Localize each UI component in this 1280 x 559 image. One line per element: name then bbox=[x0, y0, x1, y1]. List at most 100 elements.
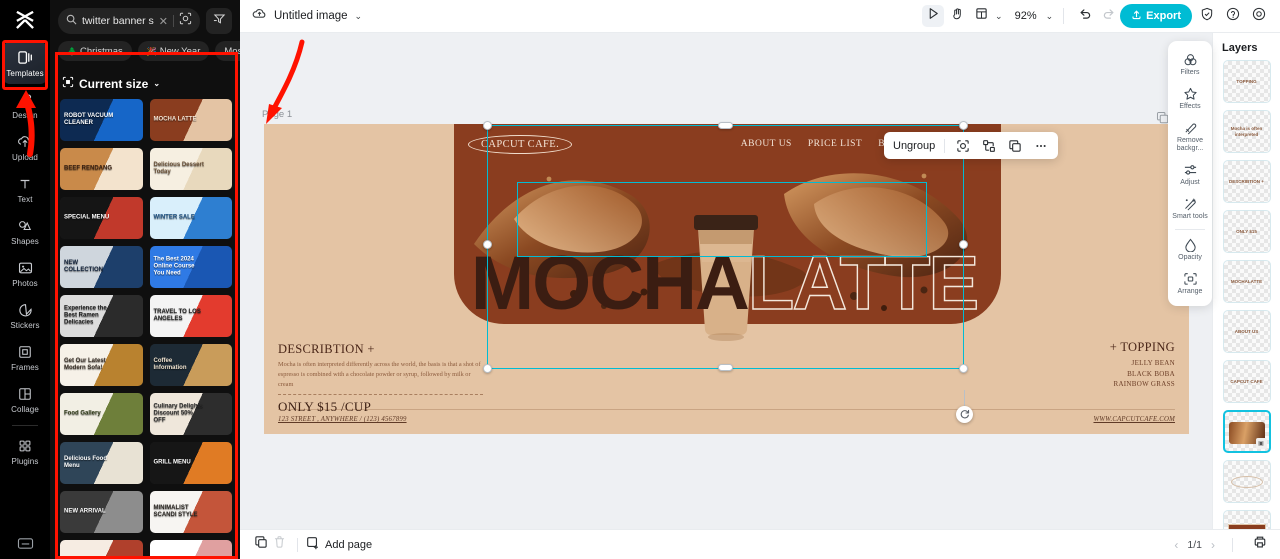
rail-bottom-action[interactable] bbox=[0, 536, 50, 551]
layer-item[interactable]: DESCRIBTION + bbox=[1222, 160, 1271, 203]
sidebar-item-design[interactable]: Design bbox=[2, 84, 48, 126]
template-card[interactable]: Beauty Product bbox=[149, 540, 232, 559]
template-card[interactable]: ROBOT VACUUM CLEANER bbox=[60, 99, 143, 141]
template-card[interactable]: MOCHA LATTE bbox=[149, 99, 232, 141]
filter-button[interactable] bbox=[206, 8, 232, 34]
template-card[interactable]: GRILL MENU bbox=[149, 442, 232, 484]
tool-remove-background[interactable]: Remove backgr... bbox=[1169, 115, 1211, 157]
shield-button[interactable] bbox=[1196, 5, 1218, 27]
prev-page-button[interactable]: ‹ bbox=[1174, 538, 1178, 552]
sidebar-item-shapes[interactable]: Shapes bbox=[2, 210, 48, 252]
help-button[interactable] bbox=[1222, 5, 1244, 27]
search-input[interactable]: twitter banner sim ✕ bbox=[58, 8, 200, 34]
resize-handle-right-middle[interactable] bbox=[959, 240, 968, 249]
resize-handle-bottom-right[interactable] bbox=[959, 364, 968, 373]
template-card[interactable]: TRAVEL TO LOS ANGELES bbox=[149, 295, 232, 337]
print-button[interactable] bbox=[1250, 535, 1269, 554]
template-card[interactable]: Merry Christmas bbox=[60, 540, 143, 559]
layer-item[interactable] bbox=[1222, 510, 1271, 529]
sidebar-item-photos[interactable]: Photos bbox=[2, 252, 48, 294]
sidebar-item-stickers[interactable]: Stickers bbox=[2, 294, 48, 336]
add-page-button[interactable]: Add page bbox=[306, 536, 372, 553]
resize-handle-top-center[interactable] bbox=[718, 122, 733, 129]
select-cursor-tool[interactable] bbox=[922, 5, 945, 27]
template-card[interactable]: Culinary Delights Discount 50% OFF bbox=[149, 393, 232, 435]
tool-smart-tools[interactable]: Smart tools bbox=[1169, 191, 1211, 225]
capcut-logo-icon[interactable] bbox=[0, 4, 50, 36]
fit-chevron-down-icon[interactable]: ⌄ bbox=[995, 11, 1003, 22]
capcut-editor-window: Templates Design Upload Text Shapes Phot… bbox=[0, 0, 1280, 559]
resize-handle-bottom-left[interactable] bbox=[483, 364, 492, 373]
duplicate-page-button[interactable] bbox=[251, 535, 270, 554]
duplicate-icon[interactable] bbox=[1006, 137, 1023, 154]
text-icon bbox=[18, 175, 32, 193]
next-page-button[interactable]: › bbox=[1211, 538, 1215, 552]
template-card[interactable]: Get Our Latest Modern Sofa! bbox=[60, 344, 143, 386]
undo-button[interactable] bbox=[1074, 5, 1096, 27]
layer-item[interactable] bbox=[1222, 460, 1271, 503]
template-card[interactable]: Coffee Information bbox=[149, 344, 232, 386]
document-title[interactable]: Untitled image bbox=[274, 10, 348, 22]
resize-handle-left-middle[interactable] bbox=[483, 240, 492, 249]
template-card[interactable]: MINIMALIST SCANDI STYLE bbox=[149, 491, 232, 533]
layer-item[interactable]: Mocha is often interpreted bbox=[1222, 110, 1271, 153]
template-card[interactable]: NEW COLLECTION bbox=[60, 246, 143, 288]
zoom-chevron-down-icon[interactable]: ⌄ bbox=[1046, 11, 1054, 22]
redo-button[interactable] bbox=[1098, 5, 1120, 27]
sidebar-item-templates[interactable]: Templates bbox=[2, 42, 48, 84]
zoom-level[interactable]: 92% bbox=[1015, 10, 1037, 22]
resize-handle-top-left[interactable] bbox=[483, 121, 492, 130]
sidebar-item-frames[interactable]: Frames bbox=[2, 336, 48, 378]
resize-handle-top-right[interactable] bbox=[959, 121, 968, 130]
sidebar-item-collage[interactable]: Collage bbox=[2, 378, 48, 420]
layer-item[interactable]: TOPPING bbox=[1222, 60, 1271, 103]
sidebar-item-text[interactable]: Text bbox=[2, 168, 48, 210]
delete-page-button[interactable] bbox=[270, 535, 289, 554]
tool-arrange[interactable]: Arrange bbox=[1169, 266, 1211, 300]
template-card[interactable]: BEEF RENDANG bbox=[60, 148, 143, 190]
select-object-icon[interactable] bbox=[954, 137, 971, 154]
layer-item[interactable]: ABOUT US bbox=[1222, 310, 1271, 353]
close-icon[interactable]: ✕ bbox=[159, 15, 168, 28]
template-card[interactable]: SPECIAL MENU bbox=[60, 197, 143, 239]
design-canvas[interactable]: CAPCUT CAFE. ABOUT USPRICE LISTBOOK SEAT… bbox=[264, 124, 1189, 434]
tool-label: Adjust bbox=[1180, 179, 1200, 187]
align-icon[interactable] bbox=[980, 137, 997, 154]
template-card[interactable]: The Best 2024 Online Course You Need bbox=[149, 246, 232, 288]
chip-most[interactable]: Most bbox=[215, 41, 240, 61]
more-options-icon[interactable] bbox=[1032, 137, 1049, 154]
template-card[interactable]: Delicious Food Menu bbox=[60, 442, 143, 484]
template-card[interactable]: Experience the Best Ramen Delicacies bbox=[60, 295, 143, 337]
chip-christmas[interactable]: 🌲 Christmas bbox=[58, 41, 132, 61]
export-button[interactable]: Export bbox=[1120, 4, 1192, 28]
template-card[interactable]: NEW ARRIVAL bbox=[60, 491, 143, 533]
chevron-down-icon[interactable]: ⌄ bbox=[355, 11, 363, 22]
tool-opacity[interactable]: Opacity bbox=[1169, 232, 1211, 266]
sidebar-item-label: Upload bbox=[12, 152, 38, 162]
frame-fit-tool[interactable] bbox=[970, 5, 992, 27]
image-search-icon[interactable] bbox=[179, 12, 192, 30]
layer-item[interactable]: ONLY $15 bbox=[1222, 210, 1271, 253]
layer-item[interactable]: MOCHALATTE bbox=[1222, 260, 1271, 303]
settings-button[interactable] bbox=[1248, 5, 1270, 27]
layer-item[interactable]: ▣ bbox=[1222, 410, 1271, 453]
ungroup-button[interactable]: Ungroup bbox=[893, 140, 935, 152]
current-size-selector[interactable]: Current size ⌄ bbox=[50, 68, 240, 99]
print-icon bbox=[1253, 535, 1267, 554]
sidebar-item-upload[interactable]: Upload bbox=[2, 126, 48, 168]
template-card[interactable]: Food Gallery bbox=[60, 393, 143, 435]
hand-pan-tool[interactable] bbox=[946, 5, 968, 27]
tool-adjust[interactable]: Adjust bbox=[1169, 157, 1211, 191]
template-card[interactable]: WINTER SALE bbox=[149, 197, 232, 239]
canvas-area[interactable]: Page 1 CAPCUT CAFE. ABOUT US PRICE LIST … bbox=[240, 33, 1280, 529]
sidebar-item-label: Collage bbox=[11, 404, 39, 414]
chip-new-year[interactable]: 🎉 New Year bbox=[137, 41, 210, 61]
tool-filters[interactable]: Filters bbox=[1169, 47, 1211, 81]
rotate-handle[interactable] bbox=[956, 406, 973, 423]
layer-item[interactable]: CAPCUT CAFE bbox=[1222, 360, 1271, 403]
adjust-icon bbox=[1183, 162, 1198, 177]
tool-effects[interactable]: Effects bbox=[1169, 81, 1211, 115]
sidebar-item-plugins[interactable]: Plugins bbox=[2, 430, 48, 472]
template-card[interactable]: Delicious Dessert Today bbox=[149, 148, 232, 190]
resize-handle-bottom-center[interactable] bbox=[718, 364, 733, 371]
